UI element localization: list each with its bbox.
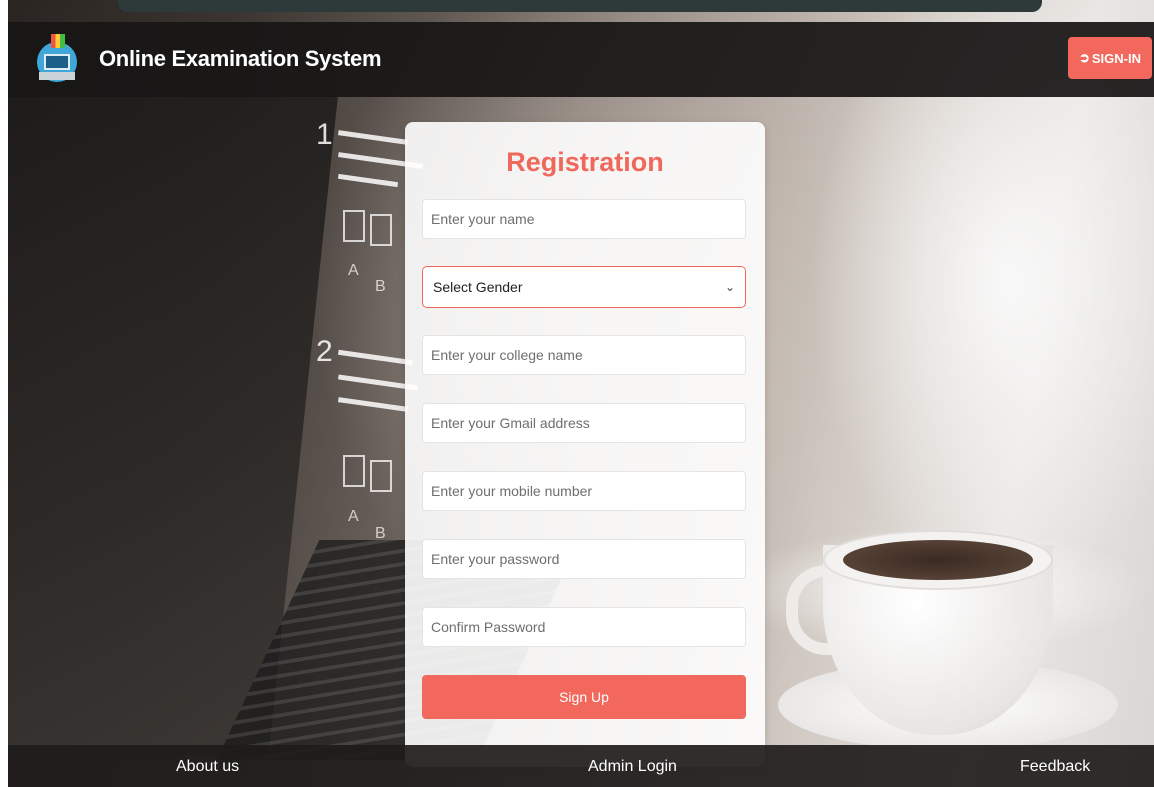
footer-link-feedback[interactable]: Feedback <box>1020 758 1090 776</box>
sign-in-button[interactable]: ➲ SIGN-IN <box>1068 37 1152 79</box>
name-field[interactable] <box>422 199 746 239</box>
hud-checkbox <box>370 214 392 246</box>
hud-number: 1 <box>316 118 333 151</box>
footer: About us Admin Login Feedback <box>8 745 1154 787</box>
hud-letter: A <box>348 262 359 279</box>
mobile-field[interactable] <box>422 471 746 511</box>
hud-number: 2 <box>316 335 333 368</box>
logo-icon <box>35 34 79 86</box>
sign-in-label: SIGN-IN <box>1091 50 1142 66</box>
gender-select[interactable]: Select Gender ⌄ <box>422 266 746 308</box>
top-strip <box>118 0 1042 12</box>
chevron-down-icon: ⌄ <box>724 280 735 294</box>
email-field[interactable] <box>422 403 746 443</box>
gender-select-value: Select Gender <box>433 279 523 295</box>
background-coffee <box>843 540 1033 580</box>
sign-in-icon: ➲ <box>1078 50 1090 65</box>
navbar: Online Examination System ➲ SIGN-IN <box>8 22 1154 97</box>
footer-link-about[interactable]: About us <box>176 758 239 776</box>
app-title: Online Examination System <box>99 46 382 71</box>
sign-up-button[interactable]: Sign Up <box>422 675 746 719</box>
hud-checkbox <box>343 210 365 242</box>
footer-link-admin-login[interactable]: Admin Login <box>588 758 677 776</box>
form-title: Registration <box>506 147 664 177</box>
hud-letter: B <box>375 278 386 295</box>
hud-checkbox <box>343 455 365 487</box>
hud-letter: B <box>375 525 386 542</box>
college-field[interactable] <box>422 335 746 375</box>
registration-card: Registration Select Gender ⌄ Sign Up <box>405 122 765 767</box>
page-frame: 1 A B 2 A B Online Examination System ➲ … <box>8 0 1154 787</box>
hud-letter: A <box>348 508 359 525</box>
password-field[interactable] <box>422 539 746 579</box>
hud-checkbox <box>370 460 392 492</box>
confirm-password-field[interactable] <box>422 607 746 647</box>
